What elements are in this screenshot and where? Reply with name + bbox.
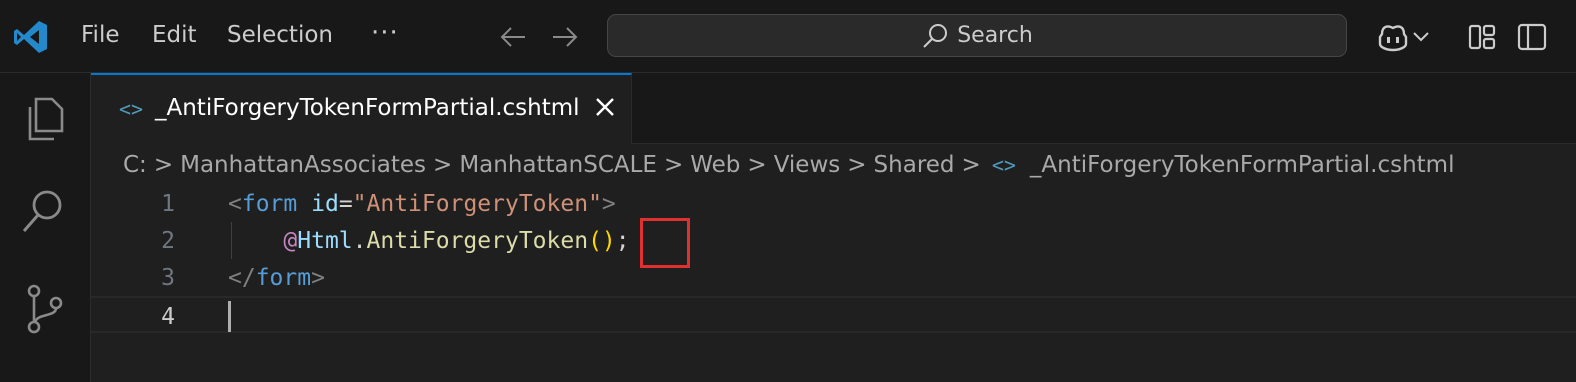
code-line: 3 </form> <box>91 259 1576 296</box>
code-line: 2 @Html.AntiForgeryToken(); <box>91 222 1576 259</box>
tab-antiforgery-partial[interactable]: <> _AntiForgeryTokenFormPartial.cshtml <box>91 73 632 144</box>
code-line-current: 4 <box>91 296 1576 333</box>
title-bar: File Edit Selection ··· Search <box>0 0 1576 73</box>
search-label: Search <box>957 23 1033 48</box>
menu-more[interactable]: ··· <box>371 18 399 48</box>
menu-edit[interactable]: Edit <box>152 22 197 48</box>
copilot-icon[interactable] <box>1376 22 1410 52</box>
breadcrumb-segment[interactable]: ManhattanAssociates <box>180 152 426 178</box>
chevron-right-icon: > <box>961 152 981 178</box>
explorer-icon[interactable] <box>18 93 70 145</box>
breadcrumb-segment[interactable]: Web <box>690 152 740 178</box>
html-file-icon: <> <box>991 153 1016 177</box>
line-number: 3 <box>161 265 175 291</box>
search-view-icon[interactable] <box>18 185 70 237</box>
html-file-icon: <> <box>119 97 144 121</box>
breadcrumb: C: > ManhattanAssociates > ManhattanSCAL… <box>123 149 1454 181</box>
chevron-down-icon[interactable] <box>1411 30 1431 44</box>
breadcrumb-segment[interactable]: Views <box>774 152 841 178</box>
breadcrumb-file[interactable]: _AntiForgeryTokenFormPartial.cshtml <box>1030 152 1455 178</box>
close-icon[interactable] <box>591 93 619 121</box>
text-cursor <box>228 301 231 332</box>
chevron-right-icon: > <box>747 152 767 178</box>
split-panel-icon[interactable] <box>1517 22 1547 52</box>
editor-area: <> _AntiForgeryTokenFormPartial.cshtml C… <box>91 73 1576 382</box>
chevron-right-icon: > <box>663 152 684 178</box>
menu-selection[interactable]: Selection <box>227 22 333 48</box>
breadcrumb-segment[interactable]: ManhattanSCALE <box>459 152 657 178</box>
chevron-right-icon: > <box>153 152 174 178</box>
vscode-logo[interactable] <box>12 18 50 56</box>
tab-label: _AntiForgeryTokenFormPartial.cshtml <box>155 95 580 121</box>
source-control-icon[interactable] <box>18 283 70 335</box>
line-number: 1 <box>161 191 175 217</box>
command-center-search[interactable]: Search <box>607 14 1347 57</box>
layout-icon[interactable] <box>1467 22 1497 52</box>
arrow-right-icon[interactable] <box>550 22 580 52</box>
tab-strip: <> _AntiForgeryTokenFormPartial.cshtml <box>91 73 1576 144</box>
line-number: 4 <box>161 304 175 330</box>
breadcrumb-drive[interactable]: C: <box>123 152 147 178</box>
search-icon <box>923 23 948 48</box>
arrow-left-icon[interactable] <box>498 22 528 52</box>
line-number: 2 <box>161 228 175 254</box>
activity-bar <box>0 73 91 382</box>
chevron-right-icon: > <box>847 152 867 178</box>
menu-file[interactable]: File <box>81 22 120 48</box>
code-line: 1 <form id="AntiForgeryToken"> <box>91 185 1576 222</box>
breadcrumb-segment[interactable]: Shared <box>874 152 955 178</box>
annotation-highlight-box <box>640 218 690 268</box>
chevron-right-icon: > <box>433 152 453 178</box>
